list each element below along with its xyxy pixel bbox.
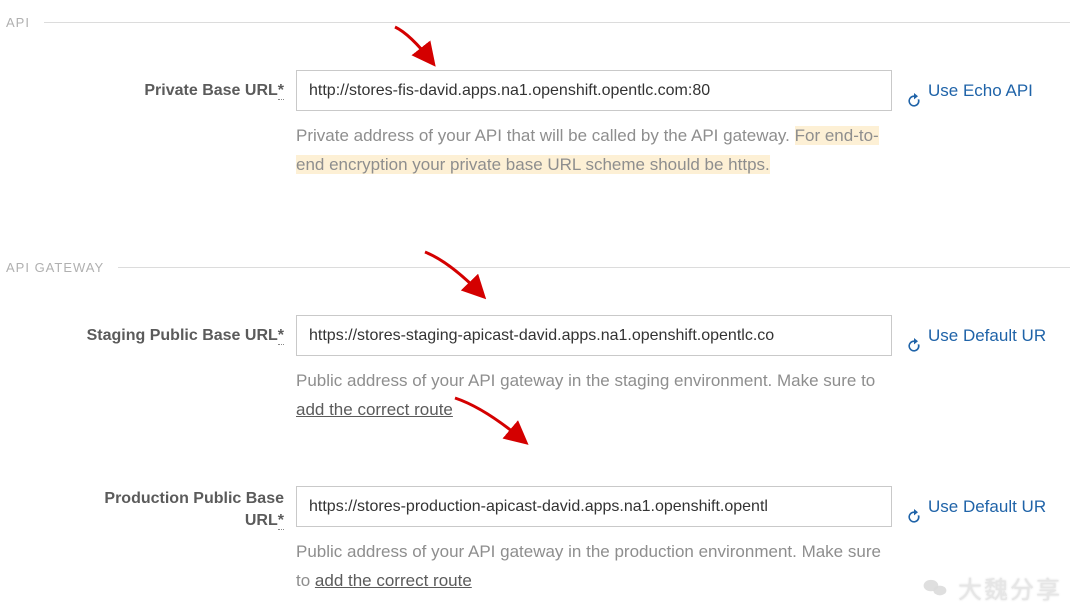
use-default-url-label: Use Default UR: [928, 486, 1046, 527]
helptext-production: Public address of your API gateway in th…: [296, 527, 892, 595]
use-default-url-link-staging[interactable]: Use Default UR: [906, 315, 1046, 356]
field-production-public-base-url: Production Public Base URL* Public addre…: [0, 486, 1080, 595]
section-title-gateway: API GATEWAY: [6, 260, 104, 275]
label-staging-public-base-url: Staging Public Base URL*: [0, 315, 296, 347]
helptext-staging: Public address of your API gateway in th…: [296, 356, 892, 424]
field-staging-public-base-url: Staging Public Base URL* Public address …: [0, 315, 1080, 424]
field-private-base-url: Private Base URL* Private address of you…: [0, 70, 1080, 179]
staging-public-base-url-input[interactable]: [296, 315, 892, 356]
section-title-api: API: [6, 15, 30, 30]
private-base-url-input[interactable]: [296, 70, 892, 111]
reload-icon: [906, 328, 922, 344]
use-echo-api-link[interactable]: Use Echo API: [906, 70, 1033, 111]
add-route-link-staging[interactable]: add the correct route: [296, 400, 453, 419]
section-heading-gateway: API GATEWAY: [6, 255, 1070, 279]
label-private-base-url: Private Base URL*: [0, 70, 296, 102]
production-public-base-url-input[interactable]: [296, 486, 892, 527]
section-heading-api: API: [6, 10, 1070, 34]
use-default-url-link-production[interactable]: Use Default UR: [906, 486, 1046, 527]
section-rule: [44, 22, 1070, 23]
add-route-link-production[interactable]: add the correct route: [315, 571, 472, 590]
helptext-private: Private address of your API that will be…: [296, 111, 892, 179]
use-default-url-label: Use Default UR: [928, 315, 1046, 356]
page-root: API Private Base URL* Private address of…: [0, 0, 1080, 613]
use-echo-api-label: Use Echo API: [928, 70, 1033, 111]
section-rule: [118, 267, 1070, 268]
label-production-public-base-url: Production Public Base URL*: [0, 486, 296, 532]
reload-icon: [906, 499, 922, 515]
reload-icon: [906, 83, 922, 99]
